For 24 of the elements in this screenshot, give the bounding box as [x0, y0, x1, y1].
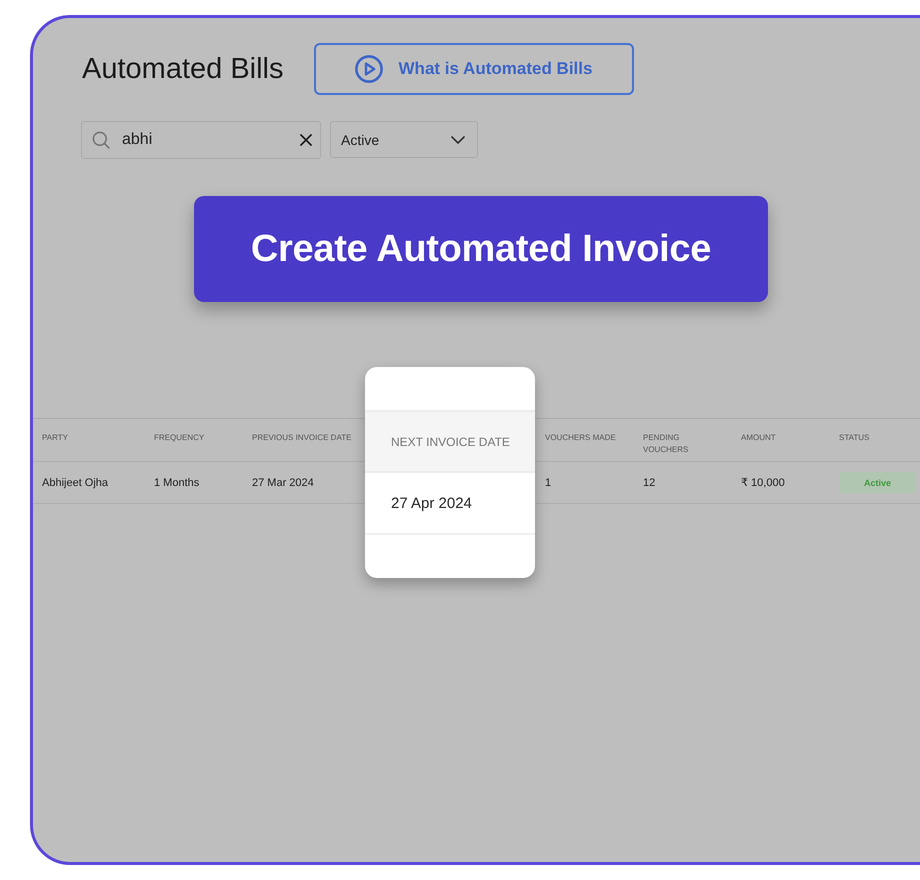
column-header: FREQUENCY — [154, 433, 204, 442]
table-cell: 27 Apr 2024 — [391, 494, 472, 512]
column-header: VOUCHERS MADE — [545, 433, 616, 442]
table-cell: 1 Months — [154, 476, 200, 488]
chevron-down-icon — [451, 136, 465, 144]
column-header: PREVIOUS INVOICE DATE — [252, 433, 352, 442]
table-cell: 12 — [643, 476, 656, 488]
table-cell: 1 — [545, 476, 552, 488]
table-cell: Abhijeet Ojha — [42, 476, 108, 488]
search-field[interactable]: abhi — [81, 121, 321, 159]
create-invoice-button[interactable]: Create Automated Invoice — [194, 196, 768, 302]
status-dropdown[interactable]: Active — [330, 121, 478, 158]
play-circle-icon — [354, 55, 383, 83]
page-title: Automated Bills — [82, 52, 284, 86]
column-header: PARTY — [42, 433, 68, 442]
column-header: AMOUNT — [741, 433, 776, 442]
table-cell: ₹ 10,000 — [741, 476, 785, 489]
column-header: NEXT INVOICE DATE — [391, 434, 510, 448]
table-cell: 27 Mar 2024 — [252, 476, 314, 488]
clear-icon[interactable] — [300, 134, 312, 146]
search-icon — [92, 131, 110, 149]
status-badge: Active — [839, 472, 916, 493]
column-header: STATUS — [839, 433, 870, 442]
column-header: PENDING VOUCHERS — [643, 433, 688, 454]
